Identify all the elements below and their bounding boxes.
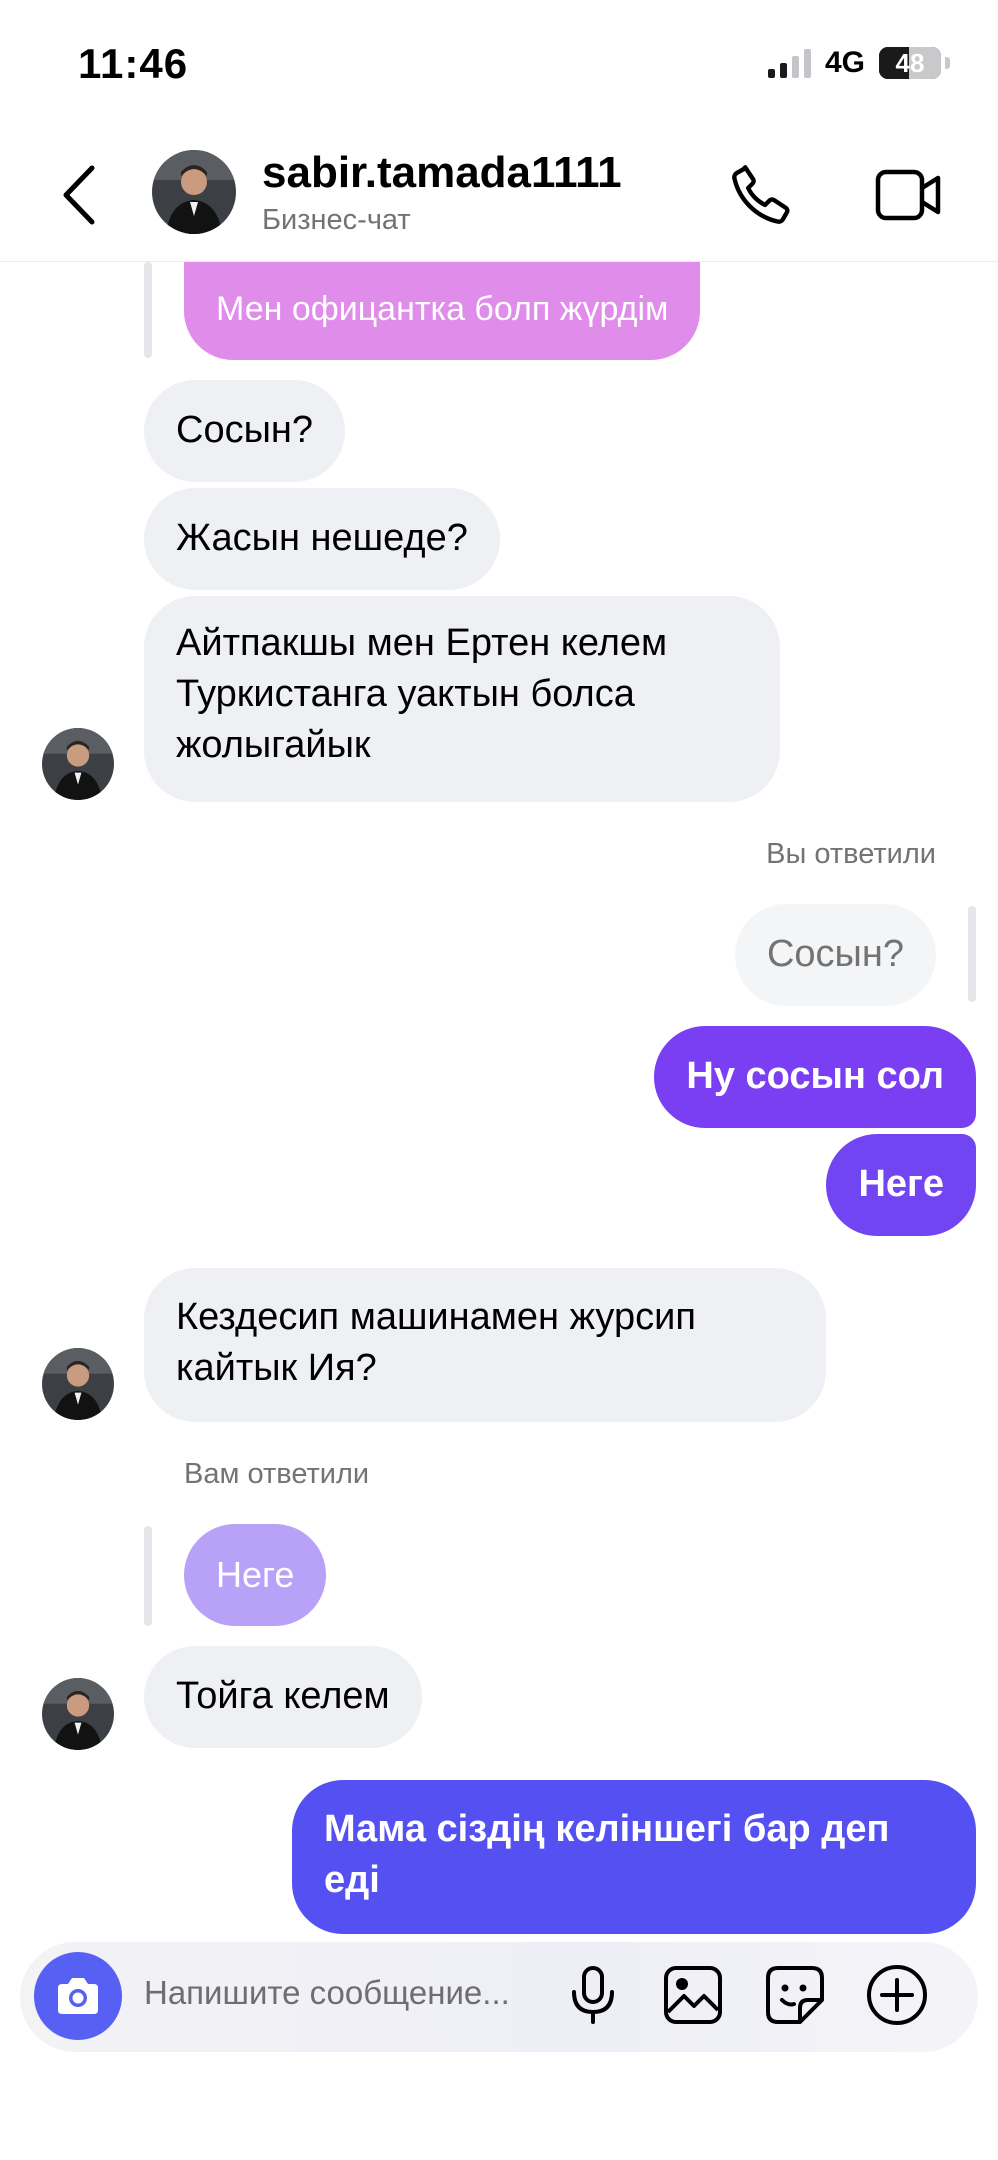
reply-indicator-bar [144,262,152,358]
sender-avatar[interactable] [42,1678,114,1750]
voice-call-button[interactable] [726,160,796,230]
phone-icon [732,165,790,224]
back-button[interactable] [56,160,112,230]
sticker-icon [766,1966,824,2024]
reply-indicator-bar [968,906,976,1002]
status-bar: 11:46 4G 48 [0,0,998,120]
reply-label: Вам ответили [184,1458,370,1490]
profile-avatar[interactable] [152,150,236,234]
message-input[interactable]: Напишите сообщение... [144,1974,510,2012]
incoming-message[interactable]: Сосын? [144,380,346,482]
voice-message-button[interactable] [560,1962,626,2028]
chat-subtitle: Бизнес-чат [262,204,411,236]
camera-button[interactable] [34,1952,122,2040]
message-list[interactable]: Мен офицантка болп жүрдім Сосын? Жасын н… [0,262,998,1942]
battery-level: 48 [895,47,925,78]
video-camera-icon [875,169,941,221]
reply-label: Вы ответили [766,838,936,870]
outgoing-message[interactable]: Неге [826,1134,976,1236]
outgoing-message[interactable]: Ну сосын сол [654,1026,976,1128]
battery-icon: 48 [879,47,941,79]
chat-header: sabir.tamada1111 Бизнес-чат [0,130,998,262]
quoted-message[interactable]: Мен офицантка болп жүрдім [184,262,701,360]
incoming-message[interactable]: Жасын нешеде? [144,488,500,590]
status-indicators: 4G 48 [767,46,950,80]
gallery-icon [664,1966,722,2024]
quoted-message[interactable]: Сосын? [734,904,936,1006]
avatar-photo [152,150,236,234]
incoming-message[interactable]: Кездесип машинамен журсип кайтык Ия? [144,1268,826,1422]
video-call-button[interactable] [872,160,944,230]
reply-indicator-bar [144,1526,152,1626]
back-icon [63,165,95,225]
avatar-photo [42,1678,114,1750]
status-time: 11:46 [78,40,189,87]
avatar-photo [42,728,114,800]
incoming-message[interactable]: Тойга келем [144,1646,422,1748]
camera-icon [58,1978,98,2014]
quoted-message[interactable]: Неге [184,1524,327,1626]
network-type: 4G [824,46,865,79]
avatar-photo [42,1348,114,1420]
incoming-message[interactable]: Айтпакшы мен Ертен келем Туркистанга уак… [144,596,780,802]
sender-avatar[interactable] [42,1348,114,1420]
microphone-icon [572,1966,614,2024]
add-icon [867,1965,927,2025]
message-composer: Напишите сообщение... [20,1942,978,2052]
chat-username[interactable]: sabir.tamada1111 [262,148,622,198]
sender-avatar[interactable] [42,728,114,800]
sticker-button[interactable] [762,1962,828,2028]
cellular-signal-icon [767,48,811,78]
outgoing-message[interactable]: Мама сіздің келіншегі бар деп еді [292,1780,976,1934]
gallery-button[interactable] [660,1962,726,2028]
more-options-button[interactable] [864,1962,930,2028]
